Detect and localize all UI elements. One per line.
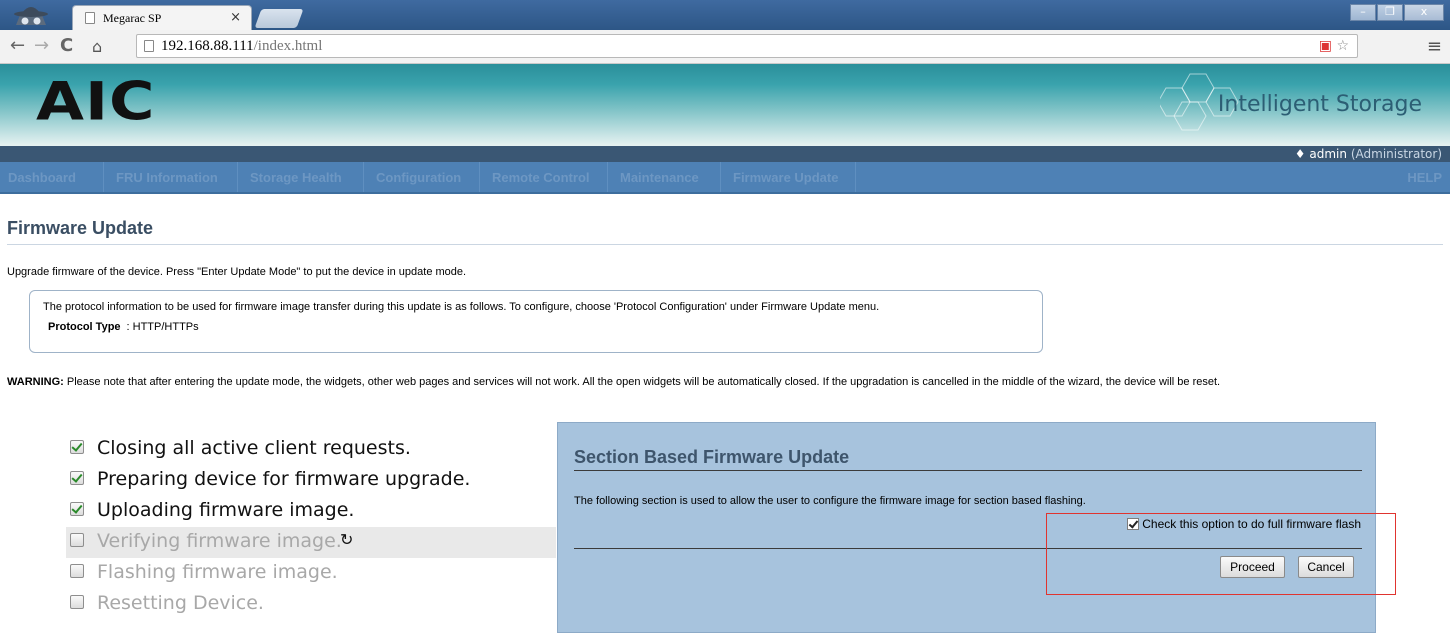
url-text: 192.168.88.111/index.html — [161, 38, 322, 55]
checkbox-unchecked-icon — [70, 595, 84, 609]
nav-dashboard[interactable]: Dashboard — [8, 170, 76, 185]
warning-text: Please note that after entering the upda… — [63, 376, 1221, 388]
page-title: Firmware Update — [7, 218, 154, 238]
nav-firmware-update[interactable]: Firmware Update — [733, 170, 838, 185]
current-user[interactable]: ♦ admin (Administrator) — [1295, 147, 1442, 161]
panel-description: The following section is used to allow t… — [574, 495, 1086, 507]
step-flashing-image: Flashing firmware image. — [66, 558, 556, 589]
checkbox-unchecked-icon — [70, 564, 84, 578]
nav-separator — [720, 162, 721, 192]
nav-separator — [103, 162, 104, 192]
omnibox-actions: ▣ ☆ — [1319, 38, 1349, 54]
user-role: (Administrator) — [1350, 147, 1442, 161]
step-label: Preparing device for firmware upgrade. — [97, 468, 471, 490]
protocol-type-value: : HTTP/HTTPs — [126, 321, 199, 333]
maximize-button[interactable]: ❐ — [1377, 4, 1403, 21]
menu-icon[interactable]: ≡ — [1427, 36, 1442, 57]
step-label: Uploading firmware image. — [97, 499, 355, 521]
panel-title: Section Based Firmware Update — [574, 447, 850, 467]
protocol-type-row: Protocol Type : HTTP/HTTPs — [48, 321, 199, 333]
browser-tab-active[interactable]: Megarac SP × — [72, 5, 252, 30]
home-icon[interactable]: ⌂ — [92, 37, 102, 56]
aic-logo: AIC — [36, 70, 156, 133]
minimize-button[interactable]: – — [1350, 4, 1376, 21]
checkbox-checked-icon — [70, 502, 84, 516]
browser-toolbar: ← → C ⌂ 192.168.88.111/index.html ▣ ☆ ≡ — [0, 30, 1450, 64]
title-divider — [7, 244, 1443, 245]
app-banner: AIC Intelligent Storage — [0, 64, 1450, 146]
nav-storage-health[interactable]: Storage Health — [250, 170, 342, 185]
nav-maintenance[interactable]: Maintenance — [620, 170, 699, 185]
nav-separator — [363, 162, 364, 192]
step-closing-requests: Closing all active client requests. — [66, 434, 556, 465]
protocol-type-label: Protocol Type — [48, 321, 121, 333]
reload-icon[interactable]: C — [60, 35, 73, 56]
page-icon — [85, 12, 95, 24]
user-icon: ♦ — [1294, 147, 1306, 161]
step-preparing-device: Preparing device for firmware upgrade. — [66, 465, 556, 496]
nav-separator — [479, 162, 480, 192]
back-arrow-icon[interactable]: ← — [10, 35, 25, 56]
nav-separator — [855, 162, 856, 192]
nav-remote-control[interactable]: Remote Control — [492, 170, 590, 185]
browser-tabstrip: Megarac SP × – ❐ x — [0, 0, 1450, 30]
user-bar: ♦ admin (Administrator) — [0, 146, 1450, 162]
url-path: /index.html — [253, 38, 323, 54]
nav-configuration[interactable]: Configuration — [376, 170, 461, 185]
address-bar[interactable]: 192.168.88.111/index.html ▣ ☆ — [136, 34, 1358, 58]
protocol-info-text: The protocol information to be used for … — [43, 301, 880, 313]
checkbox-checked-icon — [70, 471, 84, 485]
checkbox-unchecked-icon — [70, 533, 84, 547]
step-label: Closing all active client requests. — [97, 437, 411, 459]
step-verifying-image: Verifying firmware image. ↻ — [66, 527, 556, 558]
product-name: Intelligent Storage — [1217, 92, 1422, 117]
new-tab-button[interactable] — [254, 9, 304, 28]
step-uploading-image: Uploading firmware image. — [66, 496, 556, 527]
panel-divider — [574, 470, 1362, 471]
step-resetting-device: Resetting Device. — [66, 589, 556, 620]
window-controls: – ❐ x — [1349, 2, 1444, 21]
bookmark-star-icon[interactable]: ☆ — [1336, 38, 1349, 54]
update-steps-list: Closing all active client requests. Prep… — [66, 434, 556, 620]
main-navigation: Dashboard FRU Information Storage Health… — [0, 162, 1450, 194]
checkbox-checked-icon — [70, 440, 84, 454]
forward-arrow-icon[interactable]: → — [34, 35, 49, 56]
intro-text: Upgrade firmware of the device. Press "E… — [7, 266, 467, 278]
warning-message: WARNING: Please note that after entering… — [7, 375, 1432, 389]
nav-separator — [607, 162, 608, 192]
incognito-icon — [14, 7, 48, 25]
close-window-button[interactable]: x — [1404, 4, 1444, 21]
page-icon — [144, 40, 154, 52]
nav-fru-information[interactable]: FRU Information — [116, 170, 218, 185]
nav-help[interactable]: HELP — [1407, 170, 1442, 185]
step-label: Resetting Device. — [97, 592, 264, 614]
annotation-highlight-box — [1046, 513, 1396, 595]
warning-label: WARNING: — [7, 376, 64, 388]
protocol-info-box: The protocol information to be used for … — [29, 290, 1043, 353]
refresh-spinner-icon: ↻ — [340, 530, 354, 549]
nav-separator — [237, 162, 238, 192]
step-label: Verifying firmware image. — [97, 530, 342, 552]
tab-title: Megarac SP — [103, 11, 162, 25]
tab-close-icon[interactable]: × — [230, 10, 241, 25]
blocked-popup-icon[interactable]: ▣ — [1319, 38, 1332, 54]
user-name: admin — [1309, 147, 1347, 161]
step-label: Flashing firmware image. — [97, 561, 338, 583]
url-host: 192.168.88.111 — [161, 38, 254, 54]
